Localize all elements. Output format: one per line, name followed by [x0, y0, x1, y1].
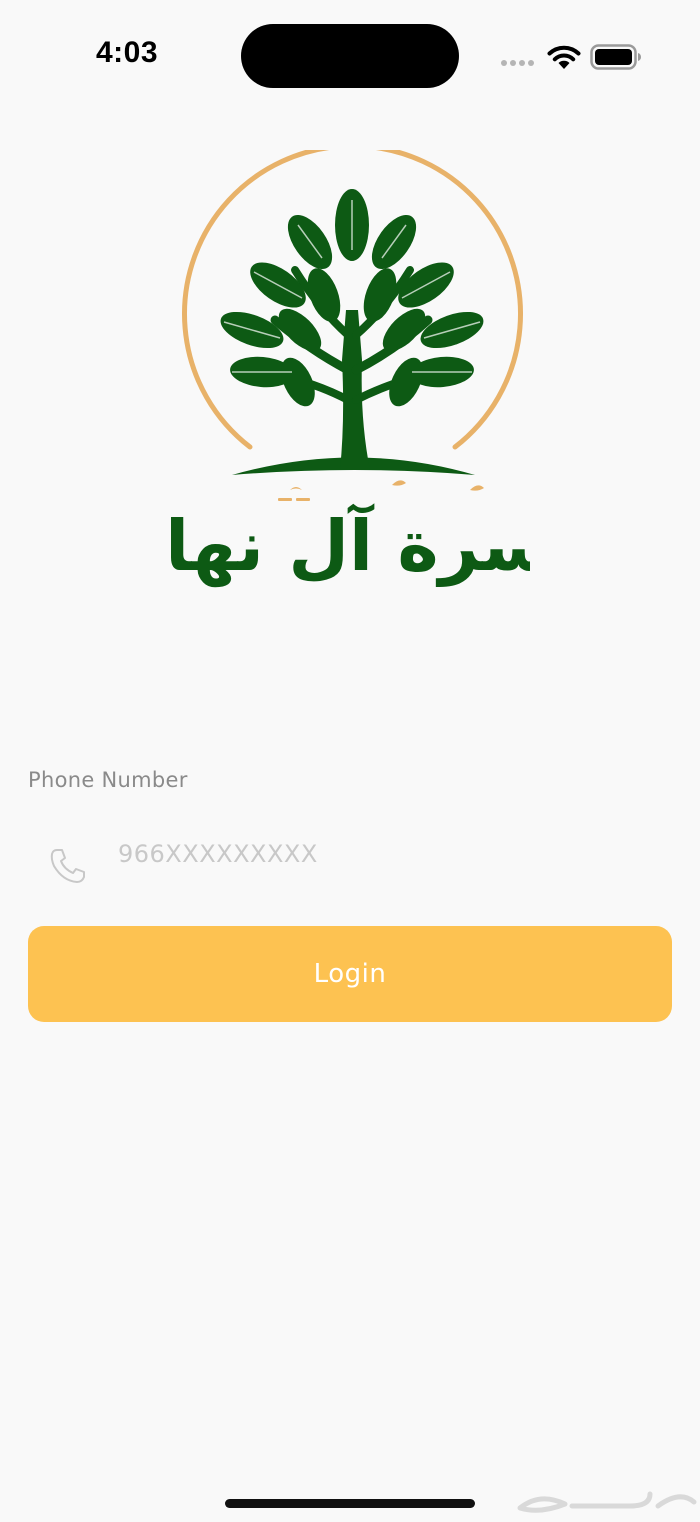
cellular-signal-icon	[501, 60, 534, 66]
home-indicator	[225, 1499, 475, 1508]
login-screen: 4:03 رة آل نها Phone Number 966XXXXXXXXX…	[0, 0, 700, 1522]
phone-icon	[50, 849, 85, 883]
tree-logo-icon: أسرة آل نهار	[170, 150, 530, 587]
haraj-watermark-logo	[517, 1491, 697, 1513]
status-time: 4:03	[96, 36, 159, 69]
wifi-icon	[547, 45, 581, 69]
phone-number-field[interactable]	[28, 818, 672, 890]
phone-number-label: Phone Number	[28, 768, 188, 792]
svg-text:أسرة آل نهار: أسرة آل نهار	[170, 500, 530, 587]
battery-icon	[590, 44, 641, 70]
login-button[interactable]: Login	[28, 926, 672, 1022]
dynamic-island	[241, 24, 459, 88]
phone-number-input[interactable]	[118, 832, 618, 876]
